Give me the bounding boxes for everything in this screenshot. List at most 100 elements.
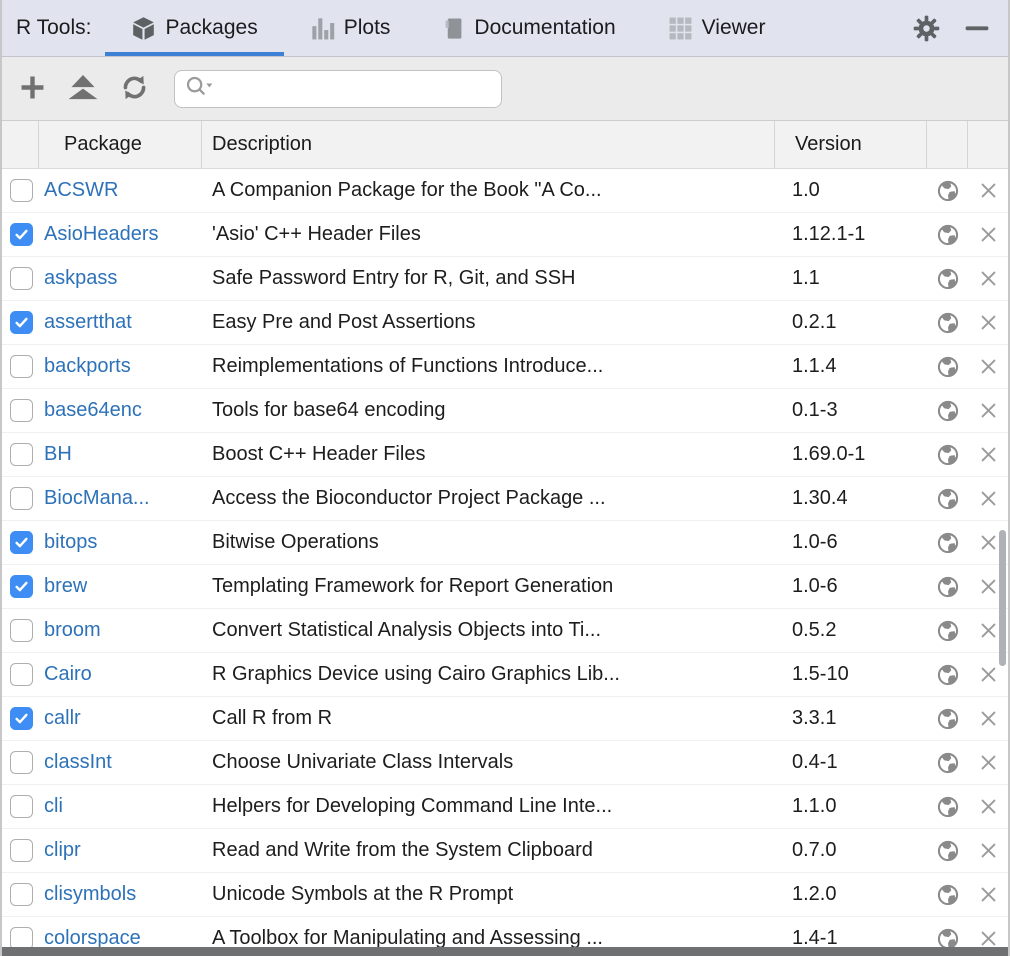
package-checkbox[interactable] [10,663,33,686]
refresh-icon-button[interactable] [118,73,150,105]
package-name-link[interactable]: BiocMana... [44,487,150,510]
remove-package-icon[interactable] [979,577,998,596]
globe-icon[interactable] [937,444,959,466]
package-name-link[interactable]: base64enc [44,399,142,422]
table-row[interactable]: base64enc Tools for base64 encoding 0.1-… [2,389,1008,433]
table-row[interactable]: callr Call R from R 3.3.1 [2,697,1008,741]
package-checkbox[interactable] [10,575,33,598]
tab-documentation[interactable]: Documentation [416,0,641,56]
globe-icon[interactable] [937,840,959,862]
package-checkbox[interactable] [10,399,33,422]
table-row[interactable]: classInt Choose Univariate Class Interva… [2,741,1008,785]
package-checkbox[interactable] [10,751,33,774]
remove-package-icon[interactable] [979,445,998,464]
vertical-scrollbar-thumb[interactable] [999,530,1006,666]
tab-viewer[interactable]: Viewer [642,0,792,56]
package-name-link[interactable]: clisymbols [44,883,136,906]
table-row[interactable]: assertthat Easy Pre and Post Assertions … [2,301,1008,345]
package-name-link[interactable]: classInt [44,751,112,774]
remove-package-icon[interactable] [979,841,998,860]
table-row[interactable]: bitops Bitwise Operations 1.0-6 [2,521,1008,565]
table-row[interactable]: ACSWR A Companion Package for the Book "… [2,169,1008,213]
package-name-link[interactable]: BH [44,443,72,466]
remove-package-icon[interactable] [979,885,998,904]
column-header-package[interactable]: Package [39,121,202,168]
globe-icon[interactable] [937,664,959,686]
package-name-link[interactable]: callr [44,707,81,730]
package-checkbox[interactable] [10,487,33,510]
package-checkbox[interactable] [10,883,33,906]
remove-package-icon[interactable] [979,357,998,376]
package-checkbox[interactable] [10,531,33,554]
globe-icon[interactable] [937,268,959,290]
remove-package-icon[interactable] [979,269,998,288]
table-row[interactable]: BH Boost C++ Header Files 1.69.0-1 [2,433,1008,477]
globe-icon[interactable] [937,576,959,598]
remove-package-icon[interactable] [979,665,998,684]
remove-package-icon[interactable] [979,225,998,244]
package-checkbox[interactable] [10,619,33,642]
column-header-description[interactable]: Description [202,121,775,168]
package-checkbox[interactable] [10,223,33,246]
package-name-link[interactable]: backports [44,355,131,378]
package-name-link[interactable]: brew [44,575,87,598]
remove-package-icon[interactable] [979,313,998,332]
upgrade-packages-button[interactable] [67,73,99,105]
search-field[interactable] [174,70,502,108]
remove-package-icon[interactable] [979,929,998,948]
table-row[interactable]: backports Reimplementations of Functions… [2,345,1008,389]
remove-package-icon[interactable] [979,753,998,772]
globe-icon[interactable] [937,488,959,510]
globe-icon[interactable] [937,796,959,818]
package-name-link[interactable]: clipr [44,839,81,862]
package-name-link[interactable]: Cairo [44,663,92,686]
remove-package-icon[interactable] [979,401,998,420]
package-checkbox[interactable] [10,443,33,466]
package-checkbox[interactable] [10,355,33,378]
package-name-link[interactable]: askpass [44,267,117,290]
search-input[interactable] [218,71,501,107]
package-name-link[interactable]: broom [44,619,101,642]
globe-icon[interactable] [937,224,959,246]
table-row[interactable]: broom Convert Statistical Analysis Objec… [2,609,1008,653]
package-name-link[interactable]: AsioHeaders [44,223,159,246]
remove-package-icon[interactable] [979,489,998,508]
globe-icon[interactable] [937,620,959,642]
globe-icon[interactable] [937,884,959,906]
gear-icon[interactable] [913,15,940,42]
globe-icon[interactable] [937,752,959,774]
package-checkbox[interactable] [10,179,33,202]
package-checkbox[interactable] [10,795,33,818]
tab-plots[interactable]: Plots [284,0,417,56]
table-row[interactable]: AsioHeaders 'Asio' C++ Header Files 1.12… [2,213,1008,257]
globe-icon[interactable] [937,708,959,730]
table-row[interactable]: clisymbols Unicode Symbols at the R Prom… [2,873,1008,917]
table-row[interactable]: BiocMana... Access the Bioconductor Proj… [2,477,1008,521]
column-header-version[interactable]: Version [775,121,927,168]
table-row[interactable]: Cairo R Graphics Device using Cairo Grap… [2,653,1008,697]
minimize-icon[interactable] [964,15,990,41]
remove-package-icon[interactable] [979,797,998,816]
remove-package-icon[interactable] [979,709,998,728]
package-checkbox[interactable] [10,707,33,730]
tab-packages[interactable]: Packages [105,0,283,56]
package-checkbox[interactable] [10,839,33,862]
package-name-link[interactable]: bitops [44,531,97,554]
package-checkbox[interactable] [10,311,33,334]
table-row[interactable]: askpass Safe Password Entry for R, Git, … [2,257,1008,301]
globe-icon[interactable] [937,312,959,334]
package-name-link[interactable]: ACSWR [44,179,118,202]
remove-package-icon[interactable] [979,533,998,552]
table-row[interactable]: clipr Read and Write from the System Cli… [2,829,1008,873]
remove-package-icon[interactable] [979,181,998,200]
horizontal-scrollbar[interactable] [2,947,1008,956]
install-package-button[interactable] [16,73,48,105]
package-checkbox[interactable] [10,267,33,290]
package-name-link[interactable]: cli [44,795,63,818]
remove-package-icon[interactable] [979,621,998,640]
globe-icon[interactable] [937,180,959,202]
globe-icon[interactable] [937,532,959,554]
table-row[interactable]: cli Helpers for Developing Command Line … [2,785,1008,829]
table-row[interactable]: brew Templating Framework for Report Gen… [2,565,1008,609]
package-name-link[interactable]: assertthat [44,311,132,334]
